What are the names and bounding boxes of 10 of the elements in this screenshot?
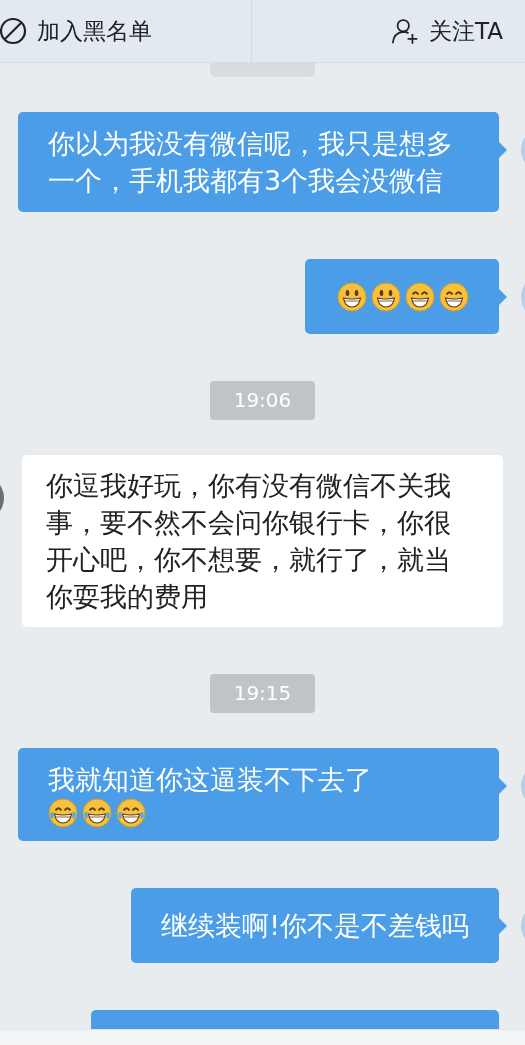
message-text: 你以为我没有微信呢，我只是想多一个，手机我都有3个我会没微信 [48, 127, 454, 198]
prohibited-icon [0, 17, 27, 45]
add-user-icon [391, 17, 419, 45]
block-button[interactable]: 加入黑名单 [0, 15, 152, 47]
timestamp: 19:15 [210, 674, 315, 713]
timestamp: 19:06 [210, 381, 315, 420]
follow-button[interactable]: 关注TA [391, 15, 503, 47]
message-text: 我就知道你这逼装不下去了 [48, 763, 373, 797]
message-text: 继续装啊!你不是不差钱吗 [161, 909, 469, 943]
message-text: 你逗我好玩，你有没有微信不关我事，要不然不会问你银行卡，你很开心吧，你不想要，就行了，就当你耍我的费用 [46, 469, 452, 614]
